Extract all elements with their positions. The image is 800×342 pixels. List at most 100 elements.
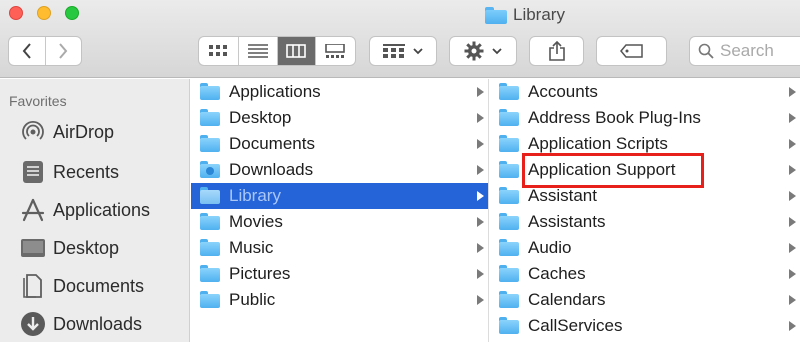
- sidebar: Favorites AirDrop Recents Applications D…: [0, 79, 190, 342]
- chevron-down-icon: [413, 48, 423, 55]
- list-item[interactable]: Assistants: [490, 209, 800, 235]
- list-item-label: Application Scripts: [528, 134, 668, 153]
- action-button[interactable]: [449, 36, 517, 66]
- disclosure-arrow-icon: [789, 165, 796, 175]
- disclosure-arrow-icon: [477, 113, 484, 123]
- sidebar-item-desktop[interactable]: Desktop: [20, 233, 119, 263]
- search-field[interactable]: Search: [689, 36, 800, 66]
- list-item-label: Calendars: [528, 290, 606, 309]
- edit-tags-button[interactable]: [596, 36, 667, 66]
- group-icon: [383, 44, 405, 58]
- list-item-label: Music: [229, 238, 274, 257]
- list-item[interactable]: Audio: [490, 235, 800, 261]
- forward-button[interactable]: [46, 37, 82, 65]
- sidebar-item-label: AirDrop: [53, 121, 115, 142]
- list-item[interactable]: Calendars: [490, 287, 800, 313]
- folder-icon: [499, 135, 519, 152]
- list-item-label: Desktop: [229, 108, 292, 127]
- chevron-down-icon: [492, 48, 502, 55]
- back-button[interactable]: [9, 37, 46, 65]
- list-item-label: Library: [229, 186, 281, 205]
- folder-icon: [499, 213, 519, 230]
- disclosure-arrow-icon: [789, 113, 796, 123]
- applications-folder-icon: [200, 83, 220, 100]
- list-item[interactable]: CallServices: [490, 313, 800, 339]
- search-icon: [698, 43, 714, 59]
- list-item[interactable]: Pictures: [191, 261, 488, 287]
- disclosure-arrow-icon: [477, 191, 484, 201]
- disclosure-arrow-icon: [789, 217, 796, 227]
- zoom-window-button[interactable]: [65, 6, 79, 20]
- sidebar-item-downloads[interactable]: Downloads: [20, 309, 142, 339]
- list-item[interactable]: Caches: [490, 261, 800, 287]
- column-view-button[interactable]: [278, 37, 316, 65]
- disclosure-arrow-icon: [789, 295, 796, 305]
- window-title: Library: [485, 4, 565, 26]
- columns-icon: [286, 44, 307, 58]
- sidebar-item-label: Applications: [53, 199, 151, 220]
- list-item-selected[interactable]: Library: [191, 183, 488, 209]
- list-item[interactable]: Public: [191, 287, 488, 313]
- share-button[interactable]: [529, 36, 584, 66]
- folder-icon: [499, 317, 519, 334]
- browser-column-library: Accounts Address Book Plug-Ins Applicati…: [490, 79, 800, 342]
- disclosure-arrow-icon: [477, 243, 484, 253]
- list-item-label: Assistants: [528, 212, 606, 231]
- disclosure-arrow-icon: [789, 269, 796, 279]
- disclosure-arrow-icon: [477, 87, 484, 97]
- list-item[interactable]: Music: [191, 235, 488, 261]
- list-item-label: CallServices: [528, 316, 623, 335]
- folder-icon: [499, 187, 519, 204]
- disclosure-arrow-icon: [789, 191, 796, 201]
- close-window-button[interactable]: [9, 6, 23, 20]
- list-item[interactable]: Address Book Plug-Ins: [490, 105, 800, 131]
- folder-icon: [485, 6, 507, 24]
- gear-icon: [464, 41, 484, 61]
- pictures-folder-icon: [200, 265, 220, 282]
- documents-icon: [23, 274, 42, 298]
- list-item[interactable]: Desktop: [191, 105, 488, 131]
- folder-icon: [499, 83, 519, 100]
- library-folder-icon: [200, 187, 220, 204]
- toolbar: Library Search: [0, 0, 800, 78]
- list-item[interactable]: Applications: [191, 79, 488, 105]
- movies-folder-icon: [200, 213, 220, 230]
- list-item-label: Address Book Plug-Ins: [528, 108, 701, 127]
- list-item[interactable]: Documents: [191, 131, 488, 157]
- list-item-label: Applications: [229, 82, 321, 101]
- chevron-right-icon: [59, 43, 68, 59]
- list-item-label: Public: [229, 290, 276, 309]
- list-item-label: Movies: [229, 212, 283, 231]
- sidebar-item-documents[interactable]: Documents: [20, 271, 144, 301]
- icon-view-button[interactable]: [199, 37, 239, 65]
- airdrop-icon: [22, 120, 44, 140]
- disclosure-arrow-icon: [477, 217, 484, 227]
- highlight-annotation-box: [522, 153, 704, 188]
- public-folder-icon: [200, 291, 220, 308]
- list-view-button[interactable]: [239, 37, 278, 65]
- sidebar-item-applications[interactable]: Applications: [20, 195, 150, 225]
- list-item-label: Downloads: [229, 160, 314, 179]
- navigation-buttons: [8, 36, 82, 66]
- disclosure-arrow-icon: [477, 165, 484, 175]
- list-item[interactable]: Accounts: [490, 79, 800, 105]
- list-item-label: Accounts: [528, 82, 598, 101]
- desktop-icon: [21, 239, 45, 257]
- list-item-label: Pictures: [229, 264, 291, 283]
- list-item[interactable]: Downloads: [191, 157, 488, 183]
- sidebar-item-label: Downloads: [53, 313, 143, 334]
- list-item-label: Audio: [528, 238, 572, 257]
- list-item[interactable]: Movies: [191, 209, 488, 235]
- folder-icon: [499, 109, 519, 126]
- sidebar-item-recents[interactable]: Recents: [20, 157, 119, 187]
- applications-icon: [21, 198, 45, 222]
- sidebar-item-label: Recents: [53, 161, 120, 182]
- disclosure-arrow-icon: [477, 295, 484, 305]
- folder-icon: [499, 265, 519, 282]
- tag-icon: [619, 44, 643, 58]
- music-folder-icon: [200, 239, 220, 256]
- minimize-window-button[interactable]: [37, 6, 51, 20]
- group-by-button[interactable]: [369, 36, 437, 66]
- gallery-view-button[interactable]: [316, 37, 355, 65]
- sidebar-item-airdrop[interactable]: AirDrop: [20, 117, 114, 147]
